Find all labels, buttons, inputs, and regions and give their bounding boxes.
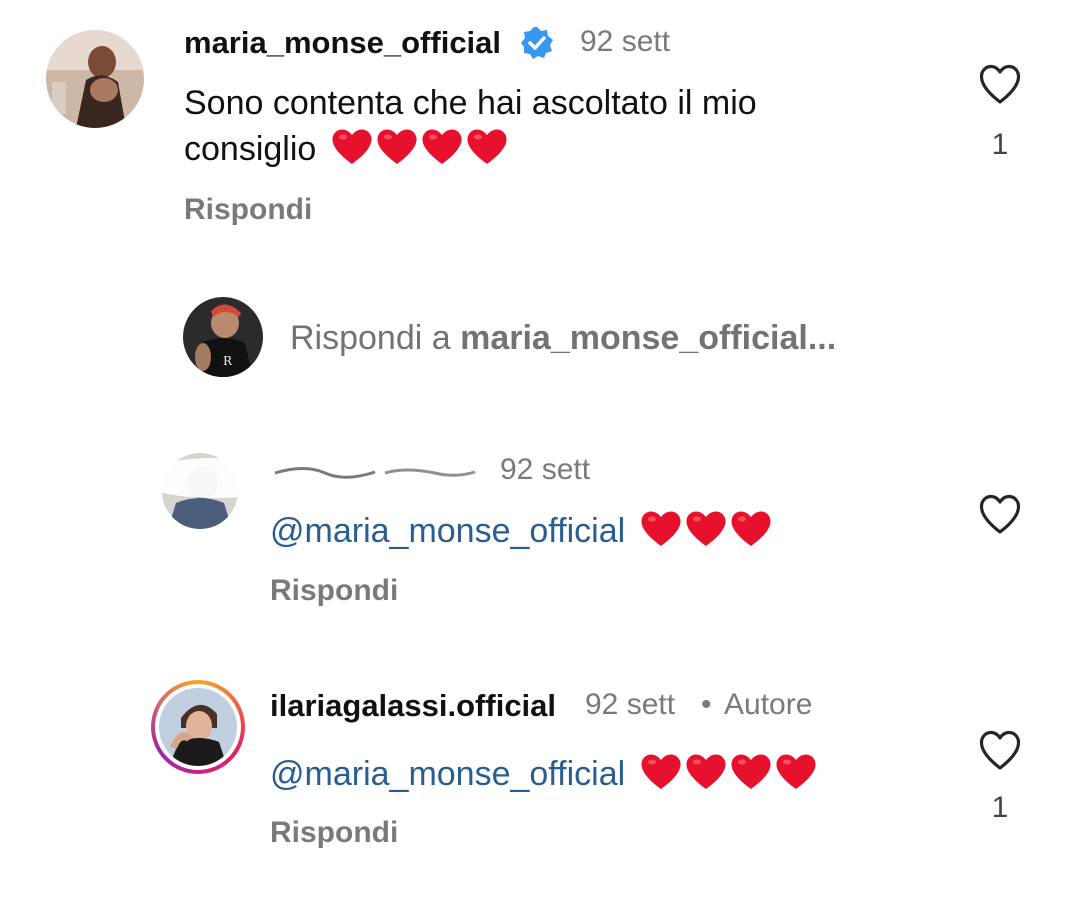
like-heart-icon[interactable] [977, 62, 1023, 106]
avatar-story-ring[interactable] [151, 680, 245, 774]
like-heart-icon[interactable] [977, 492, 1023, 536]
like-count: 1 [991, 128, 1009, 161]
comment-text-line: Sono contenta che hai ascoltato il mio [184, 84, 757, 122]
red-heart-icon [641, 754, 681, 789]
avatar[interactable] [46, 30, 144, 128]
comment-text: @maria_monse_official [270, 508, 773, 554]
comment-timestamp: 92 sett [500, 453, 591, 486]
mention-link[interactable]: @maria_monse_official [270, 512, 625, 550]
reply-button[interactable]: Rispondi [184, 193, 312, 227]
heart-emojis [639, 508, 773, 548]
red-heart-icon [422, 129, 462, 164]
avatar [159, 688, 237, 766]
red-heart-icon [377, 129, 417, 164]
reply-button[interactable]: Rispondi [270, 574, 398, 608]
username-redaction [135, 440, 485, 500]
red-heart-icon [686, 754, 726, 789]
like-heart-icon[interactable] [977, 728, 1023, 772]
red-heart-icon [686, 511, 726, 546]
comment-text: @maria_monse_official [270, 751, 818, 797]
reply-input-prefix: Rispondi a [290, 319, 461, 357]
verified-badge-icon [520, 26, 554, 60]
comment-text-line: consiglio [184, 130, 317, 168]
red-heart-icon [776, 754, 816, 789]
like-count: 1 [991, 791, 1009, 824]
reply-input-target: maria_monse_official... [460, 319, 837, 357]
reply-button[interactable]: Rispondi [270, 816, 398, 850]
comment-username[interactable]: ilariagalassi.official [270, 688, 556, 724]
comment-text: Sono contenta che hai ascoltato il mio c… [184, 80, 944, 172]
red-heart-icon [641, 511, 681, 546]
reply-input[interactable]: Rispondi a maria_monse_official... [290, 319, 836, 358]
red-heart-icon [467, 129, 507, 164]
red-heart-icon [731, 754, 771, 789]
comment-username[interactable]: maria_monse_official [184, 25, 501, 61]
red-heart-icon [731, 511, 771, 546]
heart-emojis [330, 126, 509, 166]
mention-link[interactable]: @maria_monse_official [270, 755, 625, 793]
svg-text:R: R [223, 354, 233, 368]
heart-emojis [639, 751, 818, 791]
current-user-avatar: R [183, 297, 263, 377]
red-heart-icon [332, 129, 372, 164]
author-badge: Autore [724, 688, 813, 721]
separator-dot: • [701, 688, 712, 721]
comment-timestamp: 92 sett [580, 25, 671, 58]
comment-timestamp: 92 sett [585, 688, 676, 721]
